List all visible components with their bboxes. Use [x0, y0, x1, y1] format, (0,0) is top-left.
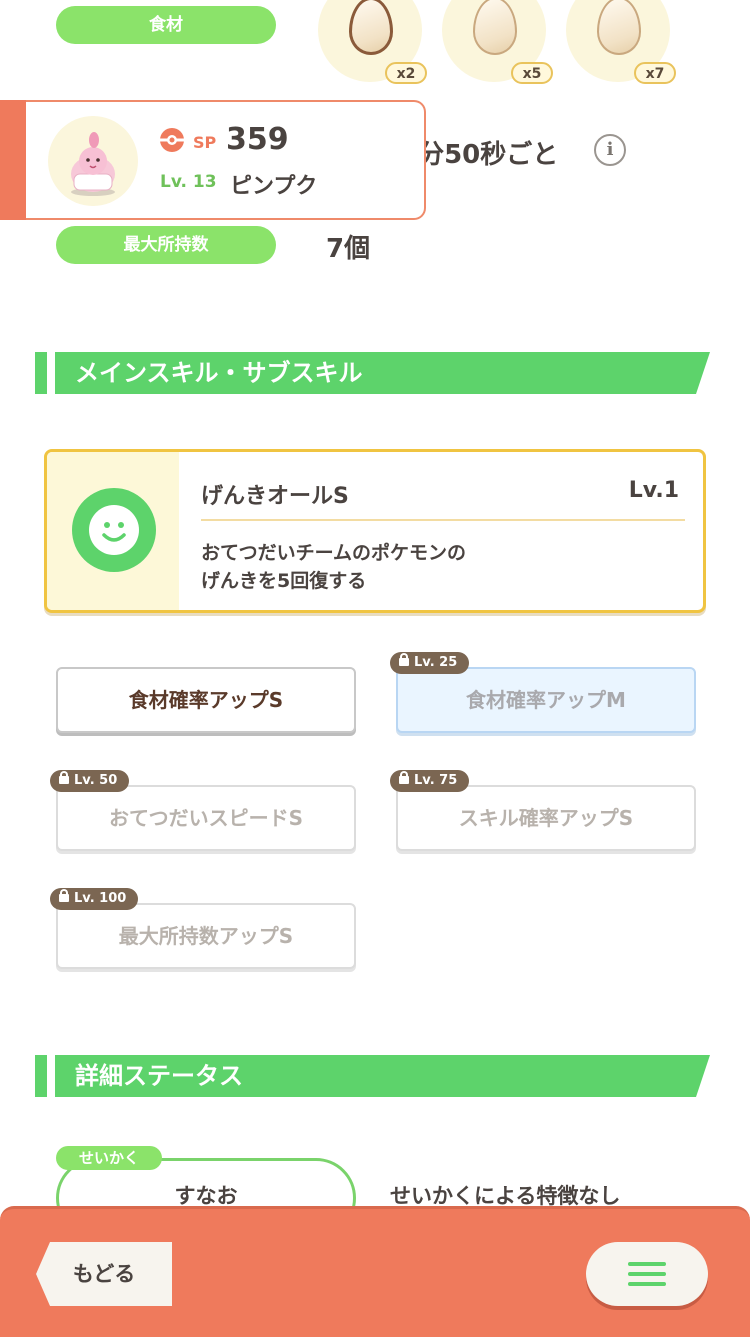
section-marker — [35, 352, 47, 394]
section-marker — [35, 1055, 47, 1097]
lock-level: Lv. 100 — [74, 891, 127, 906]
lock-level: Lv. 75 — [414, 773, 458, 788]
skill-divider — [201, 519, 685, 521]
lock-badge: Lv. 25 — [390, 652, 470, 674]
lock-icon — [399, 771, 409, 784]
menu-icon — [628, 1272, 666, 1276]
max-carry-label: 最大所持数 — [56, 226, 276, 264]
sub-skill-4[interactable]: スキル確率アップS — [396, 785, 696, 851]
details-section-title: 詳細ステータス — [55, 1055, 710, 1097]
sp-value: 359 — [226, 122, 289, 157]
sp-label: SP — [193, 133, 217, 152]
main-skill-card[interactable]: げんきオールS Lv.1 おてつだいチームのポケモンの げんきを5回復する — [44, 449, 706, 613]
sub-skill-5[interactable]: 最大所持数アップS — [56, 903, 356, 969]
pokemon-level: Lv. 13 — [160, 172, 217, 192]
ingredients-label: 食材 — [56, 6, 276, 44]
back-button[interactable]: もどる — [36, 1242, 172, 1306]
egg-multiplier-3: x7 — [634, 62, 676, 84]
main-skill-desc-line2: げんきを5回復する — [201, 570, 367, 592]
egg-multiplier-2: x5 — [511, 62, 553, 84]
main-skill-desc-line1: おてつだいチームのポケモンの — [201, 542, 467, 564]
egg-icon — [473, 0, 517, 55]
lock-icon — [59, 771, 69, 784]
nature-tag: せいかく — [56, 1146, 162, 1170]
egg-multiplier-1: x2 — [385, 62, 427, 84]
pokemon-name: ピンプク — [230, 174, 318, 199]
menu-icon — [628, 1282, 666, 1286]
sub-skill-3[interactable]: おてつだいスピードS — [56, 785, 356, 851]
sub-skill-1[interactable]: 食材確率アップS — [56, 667, 356, 733]
lock-icon — [399, 653, 409, 666]
lock-level: Lv. 25 — [414, 655, 458, 670]
egg-icon — [597, 0, 641, 55]
lock-badge: Lv. 100 — [50, 888, 139, 910]
lock-icon — [59, 889, 69, 902]
main-skill-level: Lv.1 — [628, 478, 679, 503]
popup-tab — [0, 100, 26, 220]
pokeball-icon — [158, 126, 186, 154]
sub-skill-2[interactable]: 食材確率アップM — [396, 667, 696, 733]
main-skill-name: げんきオールS — [201, 484, 349, 509]
menu-button[interactable] — [586, 1242, 708, 1306]
lock-badge: Lv. 75 — [390, 770, 470, 792]
smiley-icon — [72, 488, 156, 572]
lock-badge: Lv. 50 — [50, 770, 130, 792]
menu-icon — [628, 1262, 666, 1266]
info-icon[interactable]: i — [594, 134, 626, 166]
pokemon-avatar — [48, 116, 138, 206]
happiny-icon — [71, 132, 115, 196]
lock-level: Lv. 50 — [74, 773, 118, 788]
max-carry-value: 7個 — [326, 234, 371, 264]
skills-section-title: メインスキル・サブスキル — [55, 352, 710, 394]
egg-icon — [349, 0, 393, 55]
